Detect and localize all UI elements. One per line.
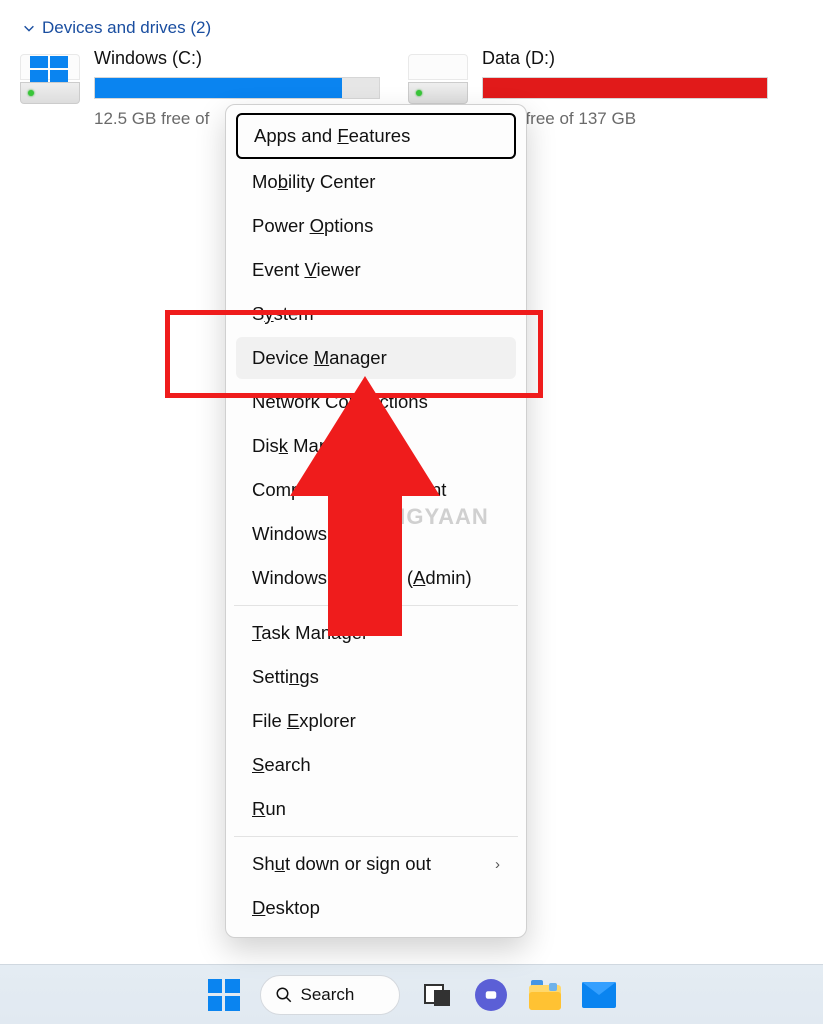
file-explorer-icon: [529, 980, 561, 1010]
winx-menu-item[interactable]: Disk Management: [236, 425, 516, 467]
drive-icon: [408, 54, 468, 104]
winx-menu-item[interactable]: Mobility Center: [236, 161, 516, 203]
winx-menu-item[interactable]: Event Viewer: [236, 249, 516, 291]
winx-menu-item[interactable]: Windows Terminal (Admin): [236, 557, 516, 599]
submenu-arrow-icon: ›: [495, 856, 500, 873]
drive-icon: [20, 54, 80, 104]
winx-menu-item[interactable]: Device Manager: [236, 337, 516, 379]
menu-separator: [234, 605, 518, 606]
chat-button[interactable]: [474, 978, 508, 1012]
menu-separator: [234, 836, 518, 837]
winx-menu-item[interactable]: Power Options: [236, 205, 516, 247]
winx-menu-item[interactable]: Task Manager: [236, 612, 516, 654]
windows-logo-icon: [30, 56, 68, 82]
taskbar-search-placeholder: Search: [301, 985, 355, 1005]
task-view-icon: [424, 984, 450, 1006]
mail-icon: [582, 982, 616, 1008]
winx-menu-item[interactable]: Desktop: [236, 887, 516, 929]
winx-menu-item[interactable]: Settings: [236, 656, 516, 698]
task-view-button[interactable]: [420, 978, 454, 1012]
search-icon: [275, 986, 293, 1004]
start-button[interactable]: [208, 979, 240, 1011]
winx-menu-item[interactable]: Run: [236, 788, 516, 830]
winx-menu-item[interactable]: Network Connections: [236, 381, 516, 423]
file-explorer-button[interactable]: [528, 978, 562, 1012]
winx-menu-item[interactable]: System: [236, 293, 516, 335]
devices-section-header[interactable]: Devices and drives (2): [22, 18, 211, 38]
taskbar: Search: [0, 964, 823, 1024]
winx-menu-item[interactable]: Search: [236, 744, 516, 786]
chevron-down-icon: [22, 21, 36, 35]
winx-menu-item[interactable]: File Explorer: [236, 700, 516, 742]
mail-button[interactable]: [582, 978, 616, 1012]
drive-usage-bar: [94, 77, 380, 99]
chat-icon: [475, 979, 507, 1011]
devices-section-title: Devices and drives (2): [42, 18, 211, 38]
taskbar-search[interactable]: Search: [260, 975, 400, 1015]
winx-menu-item[interactable]: Apps and Features: [236, 113, 516, 159]
drive-label: Data (D:): [482, 48, 768, 69]
drive-usage-bar: [482, 77, 768, 99]
drive-label: Windows (C:): [94, 48, 380, 69]
watermark: MBIGYAAN: [340, 504, 489, 530]
winx-menu-item[interactable]: Shut down or sign out›: [236, 843, 516, 885]
